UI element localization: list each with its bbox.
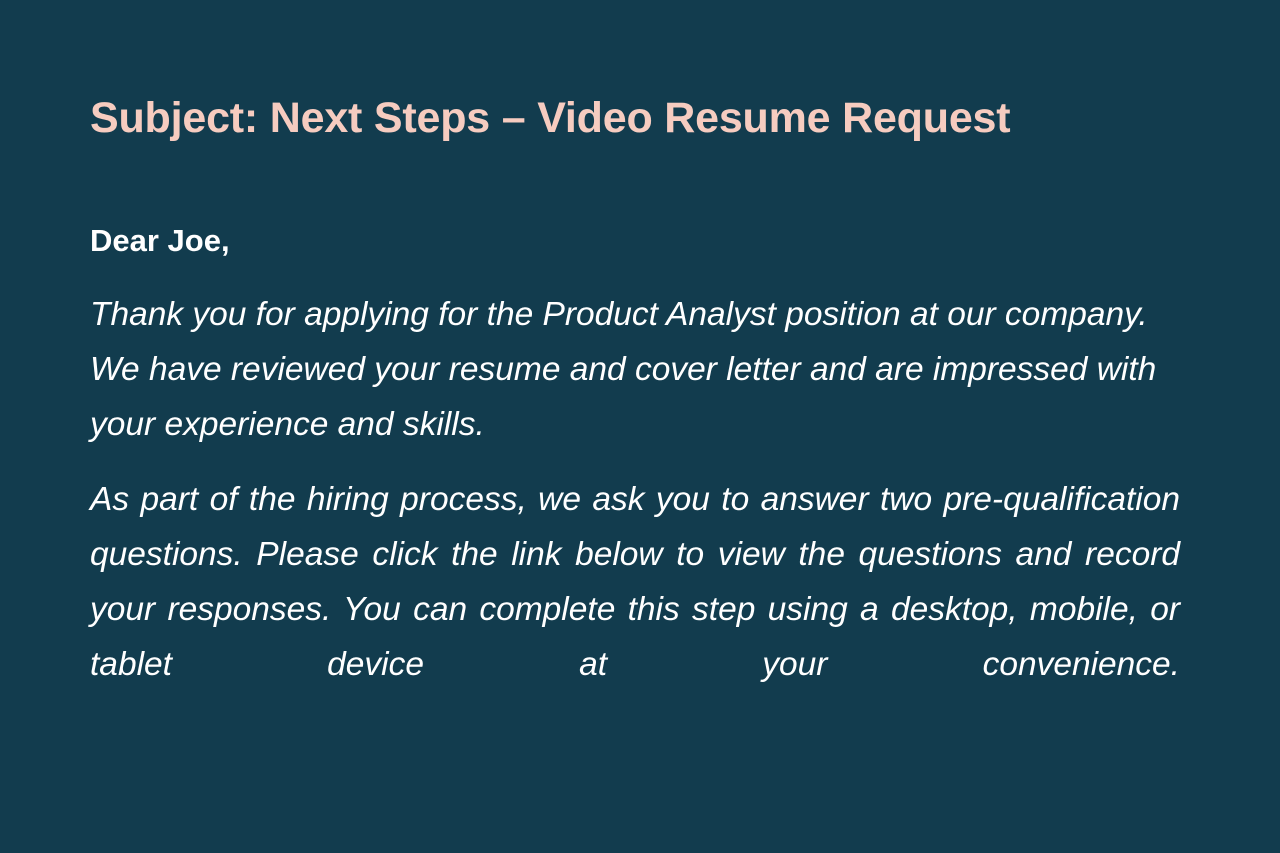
email-paragraph-2: As part of the hiring process, we ask yo… (90, 481, 1180, 683)
email-body: Thank you for applying for the Product A… (90, 287, 1180, 767)
email-subject-line: Subject: Next Steps – Video Resume Reque… (90, 94, 1011, 142)
email-greeting: Dear Joe, (90, 223, 230, 258)
email-slide: Subject: Next Steps – Video Resume Reque… (0, 0, 1280, 853)
email-paragraph-1: Thank you for applying for the Product A… (90, 296, 1157, 443)
